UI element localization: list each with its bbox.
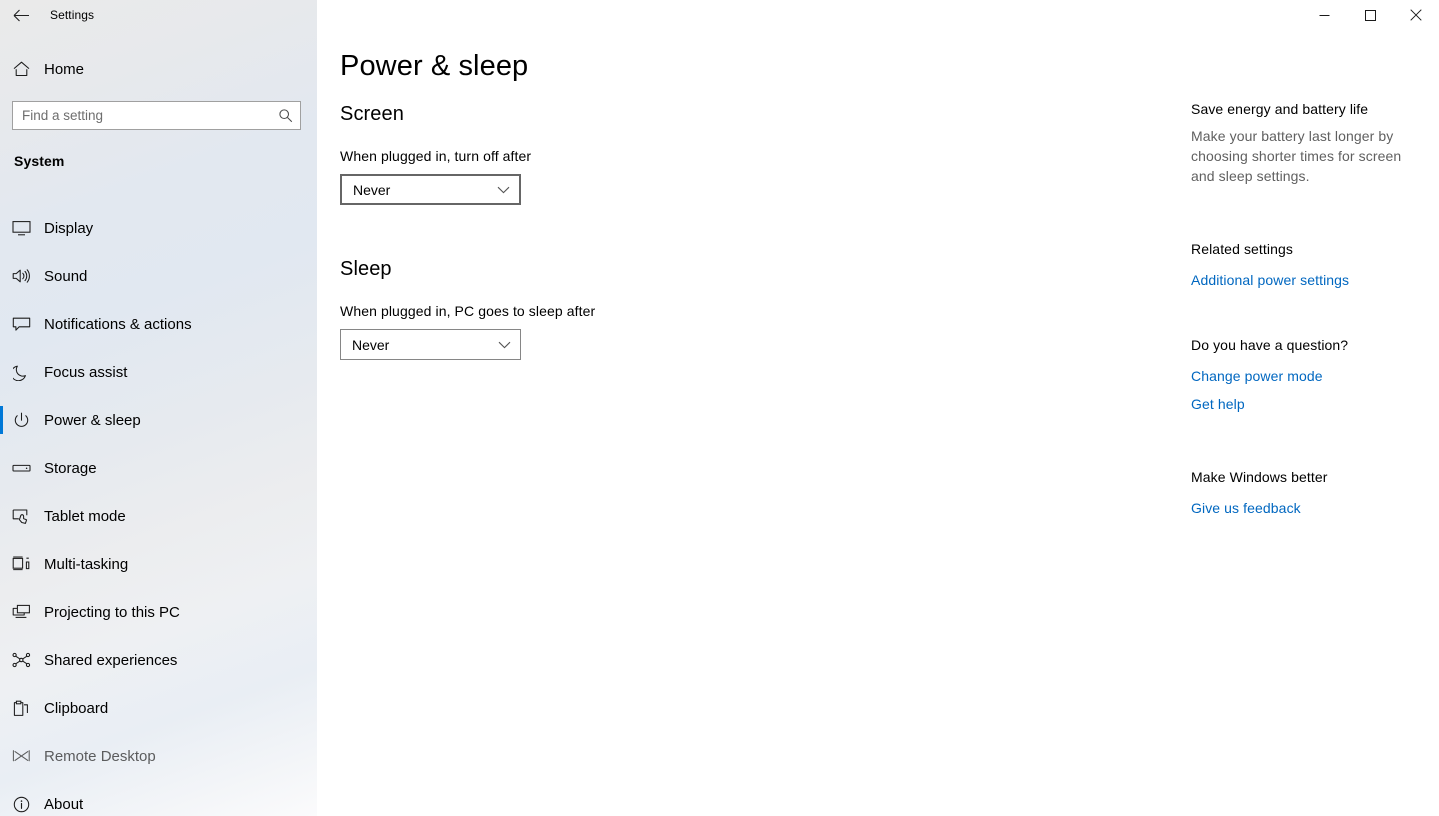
project-screen-icon bbox=[0, 604, 42, 620]
related-settings-block: Related settings Additional power settin… bbox=[1191, 241, 1416, 294]
drive-icon bbox=[0, 462, 42, 474]
related-settings-heading: Related settings bbox=[1191, 241, 1293, 257]
tablet-touch-icon bbox=[0, 508, 42, 525]
tip-block: Save energy and battery life Make your b… bbox=[1191, 101, 1416, 186]
link-additional-power-settings[interactable]: Additional power settings bbox=[1191, 266, 1349, 294]
search-box[interactable] bbox=[12, 101, 301, 130]
remote-desktop-icon bbox=[0, 749, 42, 763]
sidebar-item-label: Remote Desktop bbox=[44, 747, 156, 765]
sidebar-item-label: Notifications & actions bbox=[44, 315, 192, 333]
screen-timeout-dropdown[interactable]: Never bbox=[340, 174, 521, 205]
screen-timeout-label: When plugged in, turn off after bbox=[340, 148, 532, 164]
sidebar-item-label: Tablet mode bbox=[44, 507, 126, 525]
sidebar-item-focus-assist[interactable]: Focus assist bbox=[0, 348, 317, 396]
navigation-pane: Settings Home System bbox=[0, 0, 317, 816]
moon-icon bbox=[0, 364, 42, 381]
back-arrow-icon bbox=[13, 9, 29, 21]
sidebar-item-remote-desktop[interactable]: Remote Desktop bbox=[0, 732, 317, 780]
power-icon bbox=[0, 412, 42, 429]
sidebar-item-display[interactable]: Display bbox=[0, 204, 317, 252]
sidebar-item-notifications-actions[interactable]: Notifications & actions bbox=[0, 300, 317, 348]
settings-window: Settings Home System bbox=[0, 0, 1439, 816]
window-titlebar: Settings bbox=[0, 0, 317, 30]
make-windows-better-block: Make Windows better Give us feedback bbox=[1191, 469, 1416, 522]
sleep-timeout-value: Never bbox=[352, 336, 390, 353]
nav-item-home[interactable]: Home bbox=[0, 53, 317, 85]
sleep-timeout-dropdown[interactable]: Never bbox=[340, 329, 521, 360]
search-icon[interactable] bbox=[270, 102, 300, 129]
sidebar-item-label: Shared experiences bbox=[44, 651, 178, 669]
sidebar-item-label: Multi-tasking bbox=[44, 555, 129, 573]
sidebar-item-sound[interactable]: Sound bbox=[0, 252, 317, 300]
sidebar-item-about[interactable]: About bbox=[0, 780, 317, 816]
nav-item-home-label: Home bbox=[44, 60, 85, 78]
sidebar-item-multi-tasking[interactable]: Multi-tasking bbox=[0, 540, 317, 588]
speaker-icon bbox=[0, 268, 42, 284]
tip-body: Make your battery last longer by choosin… bbox=[1191, 128, 1402, 184]
sidebar-item-power-sleep[interactable]: Power & sleep bbox=[0, 396, 317, 444]
screen-timeout-value: Never bbox=[353, 181, 391, 198]
back-button[interactable] bbox=[0, 0, 42, 30]
screen-section: Screen When plugged in, turn off after N… bbox=[340, 103, 531, 205]
nav-item-list: Display Sound Notifications & actions Fo… bbox=[0, 204, 317, 816]
screen-section-heading: Screen bbox=[340, 103, 404, 125]
multitask-icon bbox=[0, 556, 42, 572]
info-pane: Save energy and battery life Make your b… bbox=[1191, 0, 1431, 816]
page-title: Power & sleep bbox=[340, 50, 529, 82]
sidebar-item-label: Focus assist bbox=[44, 363, 128, 381]
main-content: Power & sleep Screen When plugged in, tu… bbox=[340, 0, 1170, 816]
make-windows-better-heading: Make Windows better bbox=[1191, 469, 1328, 485]
clipboard-icon bbox=[0, 700, 42, 717]
sidebar-item-clipboard[interactable]: Clipboard bbox=[0, 684, 317, 732]
sidebar-item-tablet-mode[interactable]: Tablet mode bbox=[0, 492, 317, 540]
home-icon bbox=[0, 61, 42, 77]
sidebar-item-label: About bbox=[44, 795, 84, 813]
sidebar-item-label: Power & sleep bbox=[44, 411, 141, 429]
sidebar-item-label: Sound bbox=[44, 267, 88, 285]
share-nodes-icon bbox=[0, 652, 42, 668]
monitor-icon bbox=[0, 220, 42, 236]
sleep-section-heading: Sleep bbox=[340, 258, 392, 280]
sidebar-item-storage[interactable]: Storage bbox=[0, 444, 317, 492]
sidebar-item-label: Storage bbox=[44, 459, 97, 477]
selection-indicator bbox=[0, 406, 3, 434]
sleep-timeout-label: When plugged in, PC goes to sleep after bbox=[340, 303, 596, 319]
tip-heading: Save energy and battery life bbox=[1191, 101, 1369, 117]
sidebar-item-label: Projecting to this PC bbox=[44, 603, 180, 621]
app-title: Settings bbox=[50, 8, 95, 22]
sidebar-item-label: Clipboard bbox=[44, 699, 109, 717]
search-input[interactable] bbox=[13, 102, 270, 129]
link-change-power-mode[interactable]: Change power mode bbox=[1191, 362, 1323, 390]
nav-group-heading: System bbox=[14, 153, 65, 169]
question-block: Do you have a question? Change power mod… bbox=[1191, 337, 1416, 418]
link-give-us-feedback[interactable]: Give us feedback bbox=[1191, 494, 1301, 522]
sidebar-item-projecting-to-this-pc[interactable]: Projecting to this PC bbox=[0, 588, 317, 636]
sidebar-item-label: Display bbox=[44, 219, 94, 237]
chevron-down-icon bbox=[487, 186, 519, 194]
sidebar-item-shared-experiences[interactable]: Shared experiences bbox=[0, 636, 317, 684]
link-get-help[interactable]: Get help bbox=[1191, 390, 1245, 418]
chat-bubble-icon bbox=[0, 316, 42, 332]
chevron-down-icon bbox=[488, 341, 520, 349]
sleep-section: Sleep When plugged in, PC goes to sleep … bbox=[340, 258, 595, 360]
question-heading: Do you have a question? bbox=[1191, 337, 1349, 353]
info-circle-icon bbox=[0, 796, 42, 813]
